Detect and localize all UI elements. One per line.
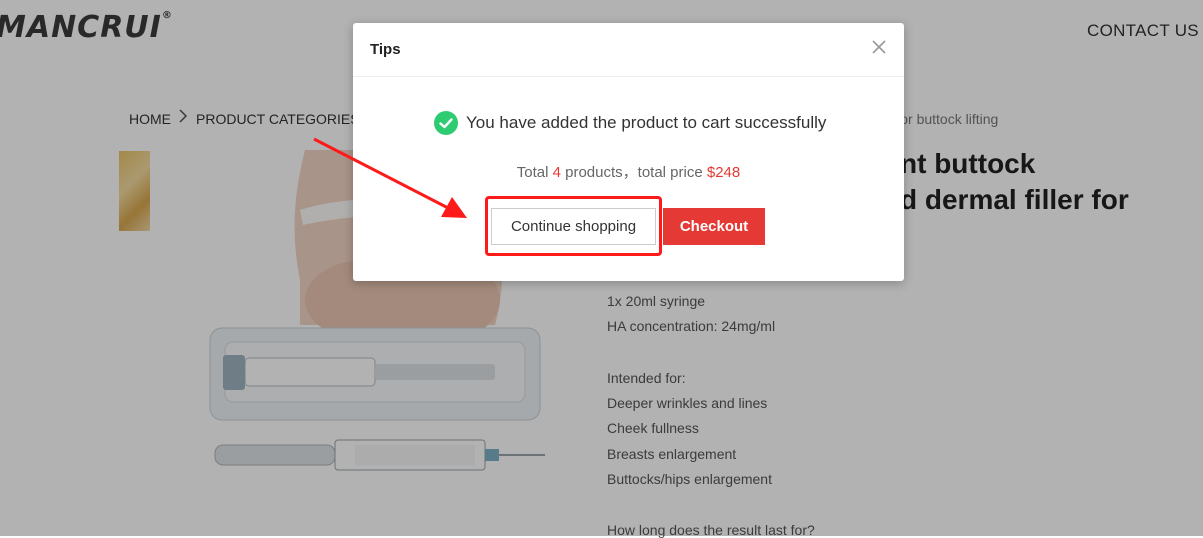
checkout-button[interactable]: Checkout <box>663 208 765 245</box>
total-prefix: Total <box>516 164 553 181</box>
annotation-highlight-box <box>485 196 662 256</box>
total-count: 4 <box>552 164 561 181</box>
success-message: You have added the product to cart succe… <box>466 113 827 132</box>
total-price: $248 <box>706 164 741 181</box>
total-middle: products，total price <box>560 164 707 181</box>
cart-total: Total 4 products，total price $248 <box>353 161 904 182</box>
success-message-row: You have added the product to cart succe… <box>434 110 826 136</box>
dialog-divider <box>353 76 904 77</box>
close-icon[interactable] <box>869 37 889 57</box>
dialog-title: Tips <box>370 41 401 58</box>
check-circle-icon <box>434 111 458 135</box>
